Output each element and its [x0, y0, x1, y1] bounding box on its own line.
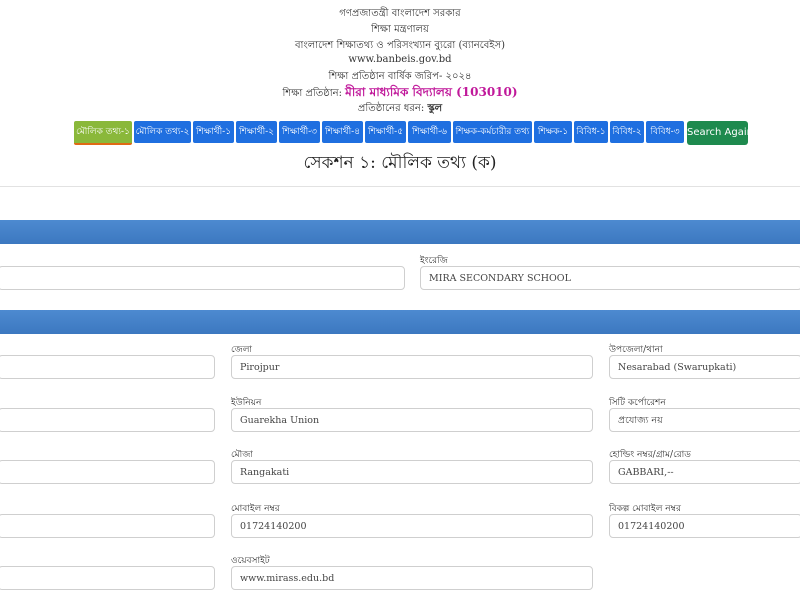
upazila-field[interactable]: Nesarabad (Swarupkati): [609, 355, 800, 379]
tab-teacher-1[interactable]: শিক্ষক-১: [534, 121, 572, 143]
holding-field[interactable]: GABBARI,--: [609, 460, 800, 484]
phone-field[interactable]: [0, 514, 215, 538]
section-title: সেকশন ১: মৌলিক তথ্য (ক): [303, 153, 497, 173]
ward-field[interactable]: [0, 460, 215, 484]
district-field[interactable]: Pirojpur: [231, 355, 593, 379]
ministry-title: শিক্ষা মন্ত্রণালয়: [371, 24, 429, 35]
institution-type-line: প্রতিষ্ঠানের ধরন: স্কুল: [0, 101, 800, 118]
search-again-button[interactable]: Search Again: [687, 121, 748, 145]
tab-student-4[interactable]: শিক্ষার্থী-৪: [322, 121, 363, 143]
type-value: স্কুল: [427, 103, 443, 114]
division-field[interactable]: [0, 355, 215, 379]
type-label: প্রতিষ্ঠানের ধরন:: [357, 103, 425, 114]
tab-misc-3[interactable]: বিবিধ-৩: [646, 121, 684, 143]
tab-student-5[interactable]: শিক্ষার্থী-৫: [365, 121, 406, 143]
institution-name: মীরা মাধ্যমিক বিদ্যালয় (103010): [345, 85, 518, 99]
union-field[interactable]: Guarekha Union: [231, 408, 593, 432]
divider: [0, 186, 800, 187]
institution-label: শিক্ষা প্রতিষ্ঠান:: [282, 88, 342, 99]
tab-teacher-staff-info[interactable]: শিক্ষক-কর্মচারীর তথ্য: [453, 121, 532, 143]
section-header-band: [0, 220, 800, 244]
paurashava-field[interactable]: [0, 408, 215, 432]
website-field[interactable]: www.mirass.edu.bd: [231, 566, 593, 590]
city-corporation-field[interactable]: প্রযোজ্য নয়: [609, 408, 800, 432]
tab-student-6[interactable]: শিক্ষার্থী-৬: [408, 121, 451, 143]
gov-title: গণপ্রজাতন্ত্রী বাংলাদেশ সরকার: [339, 8, 461, 19]
website-text: www.banbeis.gov.bd: [348, 54, 452, 65]
alt-mobile-field[interactable]: 01724140200: [609, 514, 800, 538]
mobile-field[interactable]: 01724140200: [231, 514, 593, 538]
tab-basic-info-2[interactable]: মৌলিক তথ্য-২: [134, 121, 191, 143]
address-header-band: [0, 310, 800, 334]
tab-basic-info-1[interactable]: মৌলিক তথ্য-১: [74, 121, 132, 145]
mouza-field[interactable]: Rangakati: [231, 460, 593, 484]
tab-misc-2[interactable]: বিবিধ-২: [610, 121, 644, 143]
email-field[interactable]: [0, 566, 215, 590]
tab-student-1[interactable]: শিক্ষার্থী-১: [193, 121, 234, 143]
tab-student-3[interactable]: শিক্ষার্থী-৩: [279, 121, 320, 143]
bangla-name-field[interactable]: [0, 266, 405, 290]
bureau-title: বাংলাদেশ শিক্ষাতথ্য ও পরিসংখ্যান ব্যুরো …: [294, 40, 506, 51]
tab-misc-1[interactable]: বিবিধ-১: [574, 121, 608, 143]
tab-student-2[interactable]: শিক্ষার্থী-২: [236, 121, 277, 143]
english-name-field[interactable]: MIRA SECONDARY SCHOOL: [420, 266, 800, 290]
